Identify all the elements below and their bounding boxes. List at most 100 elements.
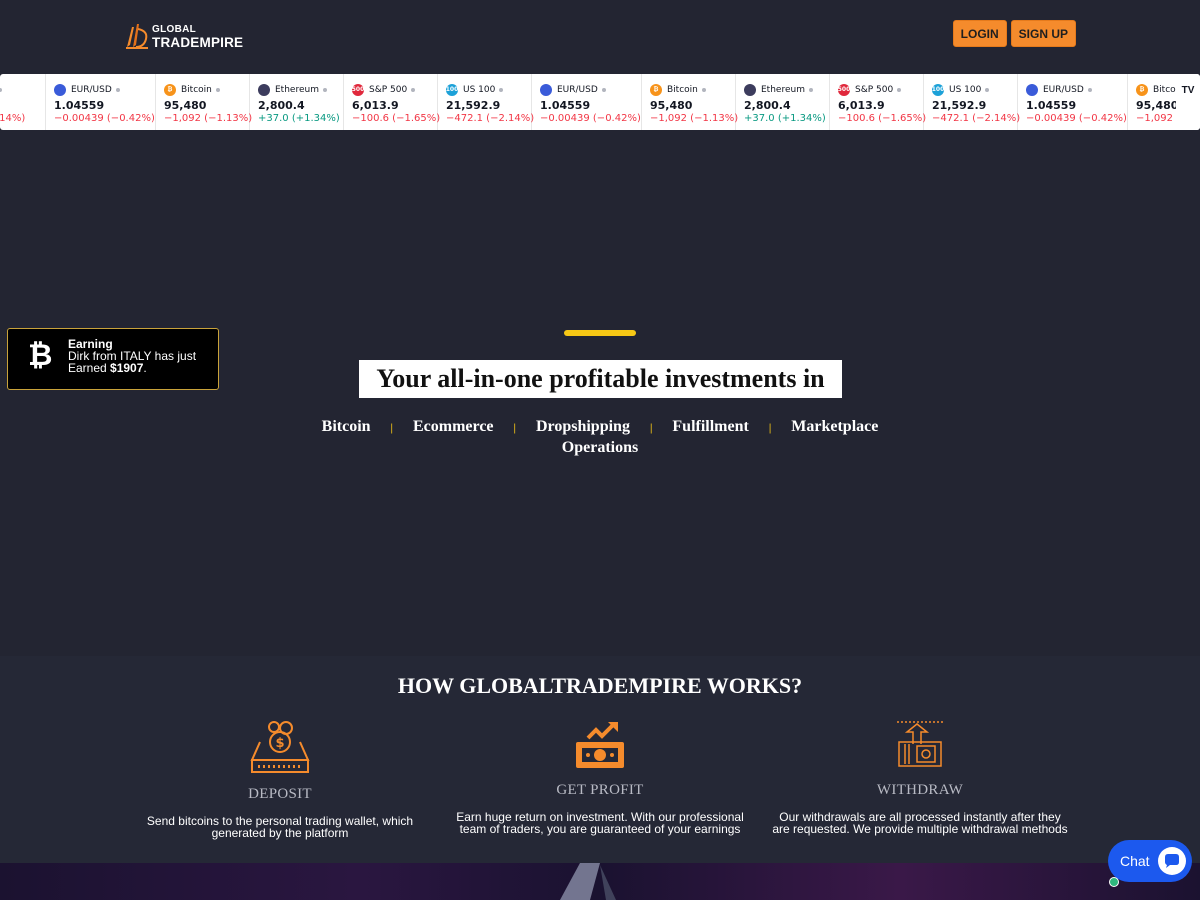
ticker-price: 6,013.9 (352, 99, 399, 112)
chat-bubble-icon (1158, 847, 1186, 875)
us100-icon: 100 (932, 83, 944, 96)
ticker-change: +37.0 (+1.34%) (258, 113, 340, 124)
ticker-item[interactable]: 100 US 100 21,592.9 −472.1 (−2.14%) (438, 74, 534, 130)
step-get-profit: GET PROFIT Earn huge return on investmen… (450, 718, 750, 835)
hero-categories: Bitcoin | Ecommerce | Dropshipping | Fulfillme… (296, 417, 904, 457)
hero-headline: Your all-in-one profitable investments i… (359, 360, 842, 398)
us100-icon: 100 (446, 83, 458, 96)
ticker-change: −100.6 (−1.65%) (352, 113, 441, 124)
ticker-symbol: US 100 (949, 84, 982, 95)
status-dot-icon (499, 87, 504, 92)
decorative-divider (564, 330, 636, 336)
sp500-icon: 500 (838, 83, 850, 96)
hero-category-fulfillment: Fulfillment (672, 418, 749, 435)
status-dot-icon (701, 87, 706, 92)
category-separator: | (649, 422, 653, 434)
ticker-symbol: Ethereum (761, 84, 805, 95)
status-dot-icon (1087, 87, 1092, 92)
ticker-price: 21,592.9 (446, 99, 501, 112)
step-deposit: $ DEPOSIT Send bitcoins to the personal … (130, 718, 430, 839)
hero-category-ecommerce: Ecommerce (412, 418, 494, 435)
login-button[interactable]: LOGIN (952, 20, 1007, 47)
ticker-symbol: Ethereum (275, 84, 319, 95)
signup-button[interactable]: SIGN UP (1010, 20, 1076, 47)
section-title: HOW GLOBALTRADEMPIRE WORKS? (397, 673, 803, 698)
rocket-graphic-icon (560, 863, 616, 900)
ticker-price: 1.04559 (540, 99, 591, 112)
logo-text-line1: GLOBAL (152, 24, 197, 35)
ticker-track: .14%) EUR/USD1.04559−0.00439 (−0.42%)₿Bi… (0, 74, 1200, 130)
bitcoin-icon: ₿ (1136, 83, 1148, 96)
ticker-symbol: Bitcoin (667, 84, 698, 95)
status-dot-icon (411, 87, 416, 92)
site-header: GLOBAL TRADEMPIRE LOGIN SIGN UP (0, 0, 1200, 74)
ticker-price: 6,013.9 (838, 99, 885, 112)
ticker-item[interactable]: 100 US 100 21,592.9 −472.1 (−2.14%) (924, 74, 1021, 130)
profit-icon (576, 722, 624, 768)
ticker-price: 2,800.4 (258, 99, 305, 112)
step-description: Our withdrawals are all processed instan… (772, 810, 1068, 836)
ticker-change: .14%) (0, 113, 26, 124)
status-dot-icon (985, 87, 990, 92)
status-dot-icon (808, 87, 813, 92)
ticker-change: −0.00439 (−0.42%) (540, 113, 641, 124)
ticker-item-partial[interactable]: .14%) (0, 74, 46, 130)
site-logo[interactable]: GLOBAL TRADEMPIRE (124, 20, 243, 52)
deposit-icon: $ (250, 721, 310, 773)
ticker-item[interactable]: 500 S&P 500 6,013.9 −100.6 (−1.65%) (344, 74, 441, 130)
ticker-change: −0.00439 (−0.42%) (54, 113, 155, 124)
tradingview-logo-icon[interactable]: TV (1176, 74, 1200, 130)
ticker-change: −472.1 (−2.14%) (932, 113, 1021, 124)
ticker-price: 1.04559 (1026, 99, 1077, 112)
notification-amount: $1907 (110, 361, 144, 375)
online-status-icon (1109, 877, 1119, 887)
ticker-price: 95,480 (164, 99, 207, 112)
ticker-symbol: US 100 (463, 84, 496, 95)
ticker-change: −0.00439 (−0.42%) (1026, 113, 1127, 124)
hero-category-operations: Operations (561, 439, 639, 456)
eur-usd-flag-icon (1026, 83, 1038, 96)
ticker-item[interactable]: EUR/USD 1.04559 −0.00439 (−0.42%) (46, 74, 156, 130)
ticker-price: 1.04559 (54, 99, 105, 112)
ticker-item[interactable]: ₿ Bitcoin 95,480−1,092 (−1.13%) (156, 74, 253, 130)
bitcoin-icon: ₿ (28, 338, 53, 373)
ticker-item[interactable]: 500 S&P 500 6,013.9 −100.6 (−1.65%) (830, 74, 927, 130)
logo-emblem-icon (126, 24, 148, 49)
hero-category-dropshipping: Dropshipping (535, 418, 630, 435)
ticker-symbol: Bitcoin (181, 84, 212, 95)
svg-text:$: $ (275, 736, 284, 751)
ticker-item[interactable]: ₿ Bitcoin 95,480−1,092 (−1.13%) (642, 74, 738, 130)
ticker-change: −100.6 (−1.65%) (838, 113, 927, 124)
category-separator: | (768, 422, 772, 434)
step-description: Send bitcoins to the personal trading wa… (146, 814, 414, 840)
bitcoin-icon: ₿ (650, 83, 662, 96)
status-dot-icon (0, 87, 2, 92)
ticker-item[interactable]: EUR/USD 1.04559 −0.00439 (−0.42%) (532, 74, 642, 130)
status-dot-icon (601, 87, 606, 92)
earning-notification: ₿ Earning Dirk from ITALY has just Earne… (7, 328, 219, 390)
ticker-item[interactable]: EUR/USD 1.04559 −0.00439 (−0.42%) (1018, 74, 1128, 130)
ticker-symbol: S&P 500 (369, 84, 408, 95)
ticker-symbol: S&P 500 (855, 84, 894, 95)
step-title: WITHDRAW (876, 782, 964, 798)
category-separator: | (390, 422, 393, 434)
notification-text: Dirk from ITALY has just Earned $1907. (68, 349, 197, 375)
chat-widget-button[interactable]: Chat (1108, 840, 1192, 887)
ticker-item[interactable]: Ethereum 2,800.4 +37.0 (+1.34%) (736, 74, 830, 130)
status-dot-icon (115, 87, 120, 92)
ticker-symbol: EUR/USD (557, 84, 598, 95)
ticker-change: +37.0 (+1.34%) (744, 113, 826, 124)
hero-category-marketplace: Marketplace (791, 418, 879, 435)
market-ticker-tape: .14%) EUR/USD1.04559−0.00439 (−0.42%)₿Bi… (0, 74, 1200, 130)
status-dot-icon (322, 87, 327, 92)
auth-buttons: LOGIN SIGN UP (952, 20, 1076, 47)
bitcoin-icon: ₿ (164, 83, 176, 96)
ticker-item[interactable]: Ethereum 2,800.4 +37.0 (+1.34%) (250, 74, 344, 130)
ticker-price: 2,800.4 (744, 99, 791, 112)
ticker-symbol: EUR/USD (71, 84, 112, 95)
eur-usd-flag-icon (540, 83, 552, 96)
hero-banner-strip (0, 863, 1200, 900)
hero-category-bitcoin: Bitcoin (321, 418, 371, 435)
ethereum-icon (744, 83, 756, 96)
ticker-change: −1,092 (−1.13%) (164, 113, 253, 124)
